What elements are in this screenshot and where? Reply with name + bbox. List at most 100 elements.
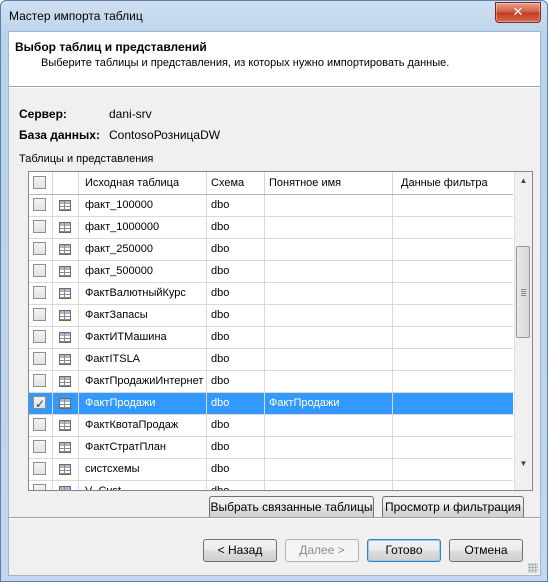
cell-filter (393, 415, 513, 436)
back-button[interactable]: < Назад (203, 539, 277, 562)
table-icon (59, 310, 71, 321)
cell-friendly[interactable] (265, 217, 393, 238)
cell-source: ФактКвотаПродаж (79, 415, 207, 436)
table-row[interactable]: V_Cust... dbo (29, 481, 513, 490)
row-checkbox[interactable] (33, 330, 46, 343)
resize-grip-icon[interactable] (528, 563, 538, 573)
table-row[interactable]: ФактКвотаПродаж dbo (29, 415, 513, 437)
finish-button[interactable]: Готово (367, 539, 441, 562)
database-label: База данных: (19, 128, 100, 142)
table-row[interactable]: ФактИТМашина dbo (29, 327, 513, 349)
row-icon-cell (53, 437, 79, 458)
cell-schema: dbo (207, 239, 265, 260)
table-icon (59, 266, 71, 277)
import-wizard-window: Мастер импорта таблиц ✕ Выбор таблиц и п… (0, 0, 548, 582)
row-checkbox[interactable] (33, 418, 46, 431)
table-row[interactable]: факт_250000 dbo (29, 239, 513, 261)
cell-friendly[interactable]: ФактПродажи (265, 393, 393, 414)
row-checkbox-cell: ✓ (29, 393, 53, 414)
title-bar[interactable]: Мастер импорта таблиц ✕ (1, 1, 547, 31)
cell-filter (393, 283, 513, 304)
cell-schema: dbo (207, 283, 265, 304)
cell-source: ФактСтратПлан (79, 437, 207, 458)
page-subtitle: Выберите таблицы и представления, из кот… (41, 57, 450, 69)
cell-friendly[interactable] (265, 195, 393, 216)
table-row[interactable]: ✓ ФактПродажи dbo ФактПродажи (29, 393, 513, 415)
table-row[interactable]: ФактЗапасы dbo (29, 305, 513, 327)
row-checkbox-cell (29, 195, 53, 216)
table-row[interactable]: факт_1000000 dbo (29, 217, 513, 239)
scroll-grip (521, 289, 526, 296)
row-icon-cell (53, 371, 79, 392)
row-checkbox[interactable] (33, 242, 46, 255)
cell-friendly[interactable] (265, 261, 393, 282)
cancel-button[interactable]: Отмена (449, 539, 523, 562)
row-checkbox[interactable] (33, 352, 46, 365)
row-checkbox[interactable] (33, 440, 46, 453)
row-checkbox-cell (29, 239, 53, 260)
table-row[interactable]: ФактITSLA dbo (29, 349, 513, 371)
table-row[interactable]: ФактВалютныйКурс dbo (29, 283, 513, 305)
select-related-tables-button[interactable]: Выбрать связанные таблицы (209, 496, 374, 519)
cell-filter (393, 327, 513, 348)
grid-header: Исходная таблица Схема Понятное имя Данн… (29, 172, 513, 195)
cell-friendly[interactable] (265, 371, 393, 392)
row-checkbox[interactable] (33, 462, 46, 475)
row-icon-cell (53, 459, 79, 480)
table-row[interactable]: факт_500000 dbo (29, 261, 513, 283)
cell-friendly[interactable] (265, 349, 393, 370)
scroll-up-icon[interactable]: ▲ (515, 172, 532, 189)
row-checkbox[interactable] (33, 264, 46, 277)
close-button[interactable]: ✕ (495, 2, 541, 23)
cell-friendly[interactable] (265, 305, 393, 326)
row-checkbox[interactable] (33, 220, 46, 233)
cell-friendly[interactable] (265, 283, 393, 304)
grid-vertical-scrollbar[interactable]: ▲ ▼ (514, 172, 532, 490)
cell-friendly[interactable] (265, 327, 393, 348)
row-checkbox[interactable] (33, 286, 46, 299)
cell-source: факт_500000 (79, 261, 207, 282)
cell-schema: dbo (207, 393, 265, 414)
next-button[interactable]: Далее > (285, 539, 359, 562)
scroll-down-icon[interactable]: ▼ (515, 455, 532, 472)
cell-friendly[interactable] (265, 459, 393, 480)
cell-schema: dbo (207, 305, 265, 326)
cell-schema: dbo (207, 481, 265, 490)
table-icon (59, 200, 71, 211)
row-checkbox[interactable] (33, 308, 46, 321)
table-icon (59, 244, 71, 255)
table-row[interactable]: систсхемы dbo (29, 459, 513, 481)
cell-filter (393, 459, 513, 480)
header-icon-cell (53, 172, 79, 194)
cell-filter (393, 393, 513, 414)
row-checkbox-cell (29, 459, 53, 480)
cell-friendly[interactable] (265, 437, 393, 458)
table-row[interactable]: ФактСтратПлан dbo (29, 437, 513, 459)
row-icon-cell (53, 327, 79, 348)
cell-friendly[interactable] (265, 415, 393, 436)
column-header-source[interactable]: Исходная таблица (79, 172, 207, 194)
tables-grid[interactable]: Исходная таблица Схема Понятное имя Данн… (28, 171, 533, 491)
row-checkbox[interactable] (33, 198, 46, 211)
cell-filter (393, 305, 513, 326)
cell-schema: dbo (207, 459, 265, 480)
table-icon (59, 332, 71, 343)
table-row[interactable]: факт_100000 dbo (29, 195, 513, 217)
row-checkbox[interactable]: ✓ (33, 396, 46, 411)
row-checkbox[interactable] (33, 484, 46, 490)
preview-and-filter-button[interactable]: Просмотр и фильтрация (382, 496, 524, 519)
column-header-schema[interactable]: Схема (207, 172, 265, 194)
cell-filter (393, 349, 513, 370)
scroll-thumb[interactable] (516, 246, 530, 338)
table-row[interactable]: ФактПродажиИнтернет dbo (29, 371, 513, 393)
table-icon (59, 442, 71, 453)
column-header-filter[interactable]: Данные фильтра (393, 172, 513, 194)
cell-friendly[interactable] (265, 239, 393, 260)
page-title: Выбор таблиц и представлений (15, 40, 207, 54)
select-all-checkbox[interactable] (33, 176, 46, 189)
table-icon (59, 376, 71, 387)
column-header-friendly-name[interactable]: Понятное имя (265, 172, 393, 194)
cell-friendly[interactable] (265, 481, 393, 490)
row-checkbox[interactable] (33, 374, 46, 387)
row-icon-cell (53, 283, 79, 304)
